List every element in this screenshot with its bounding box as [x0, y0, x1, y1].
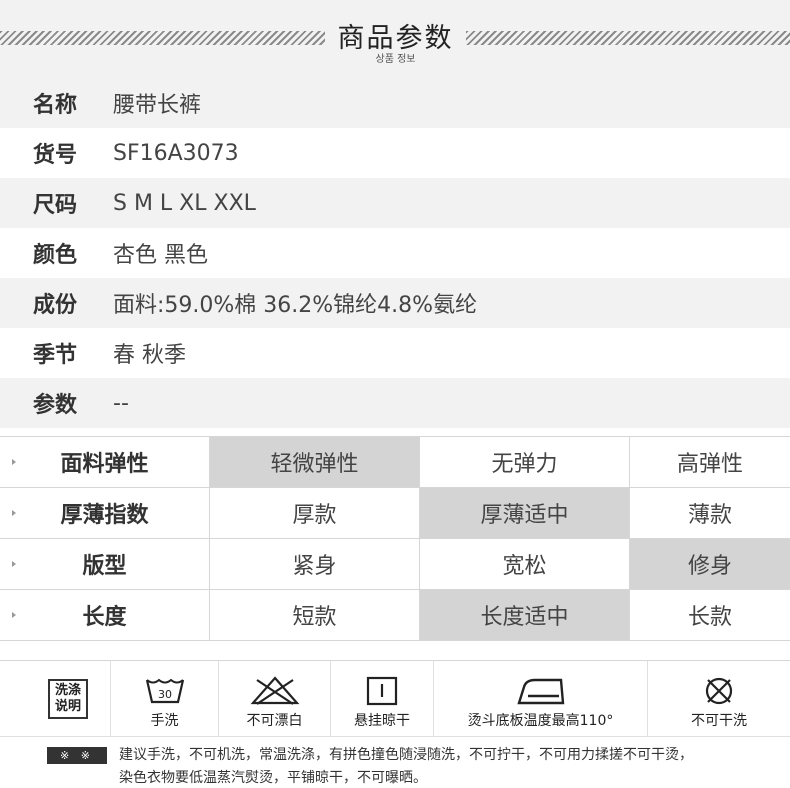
care-note-line: 染色衣物要低温蒸汽熨烫，平铺晾干，不可曝晒。 [119, 770, 427, 786]
rating-row-thickness: 厚薄指数 厚款 厚薄适中 薄款 [0, 488, 790, 539]
info-row-params: 参数 -- [0, 378, 790, 428]
hand-wash-icon: 30 [145, 678, 184, 704]
rating-row-fit: 版型 紧身 宽松 修身 [0, 539, 790, 590]
care-item-no-bleach: 不可漂白 [219, 661, 331, 736]
info-label: 成份 [33, 293, 78, 318]
info-row-color: 颜色 杏色 黑色 [0, 228, 790, 278]
section-header: 商品参数 상품 정보 [0, 0, 790, 78]
care-item-no-dry-clean: 不可干洗 [648, 661, 790, 736]
triangle-bullet-icon [12, 561, 16, 567]
rating-row-elasticity: 面料弹性 轻微弹性 无弹力 高弹性 [0, 437, 790, 488]
rating-option: 厚款 [210, 488, 420, 538]
rating-option: 薄款 [687, 503, 732, 528]
info-label: 尺码 [33, 193, 78, 218]
care-label: 不可干洗 [691, 713, 747, 729]
care-note-line: 建议手洗，不可机洗，常温洗涤，有拼色撞色随浸随洗，不可拧干，不可用力揉搓不可干烫… [119, 747, 693, 763]
rating-option: 高弹性 [676, 452, 743, 477]
note-marker: ※ ※ [47, 747, 107, 764]
product-info-list: 名称 腰带长裤 货号 SF16A3073 尺码 S M L XL XXL 颜色 … [0, 78, 790, 428]
rating-option: 宽松 [420, 539, 630, 589]
triangle-bullet-icon [12, 459, 16, 465]
header-hatch-left [0, 31, 325, 45]
care-label: 不可漂白 [246, 713, 303, 729]
rating-label: 厚薄指数 [0, 488, 210, 538]
rating-option: 无弹力 [420, 437, 630, 487]
care-notes: ※ ※ 建议手洗，不可机洗，常温洗涤，有拼色撞色随浸随洗，不可拧干，不可用力揉搓… [0, 738, 790, 788]
rating-option: 修身 [630, 539, 790, 589]
rating-label: 面料弹性 [0, 437, 210, 487]
info-value: 腰带长裤 [113, 93, 202, 118]
info-row-material: 成份 面料:59.0%棉 36.2%锦纶4.8%氨纶 [0, 278, 790, 328]
info-label: 参数 [33, 393, 78, 418]
header-hatch-right [466, 31, 790, 45]
care-item-hand-wash: 30 手洗 [111, 661, 219, 736]
rating-option: 长度适中 [420, 590, 630, 640]
rating-row-length: 长度 短款 长度适中 长款 [0, 590, 790, 641]
rating-option: 紧身 [210, 539, 420, 589]
no-dry-clean-icon [705, 677, 733, 705]
rating-option: 短款 [210, 590, 420, 640]
badge-line: 洗涤 [54, 683, 81, 698]
rating-option: 厚薄适中 [420, 488, 630, 538]
info-row-season: 季节 春 秋季 [0, 328, 790, 378]
iron-icon [516, 678, 564, 705]
care-item-hang-dry: 悬挂晾干 [331, 661, 434, 736]
hang-dry-icon [366, 676, 398, 706]
info-row-size: 尺码 S M L XL XXL [0, 178, 790, 228]
info-label: 季节 [33, 343, 78, 368]
attribute-rating-table: 面料弹性 轻微弹性 无弹力 高弹性 厚薄指数 厚款 厚薄适中 薄款 版型 紧身 … [0, 436, 790, 641]
care-label: 悬挂晾干 [354, 713, 410, 729]
care-label: 烫斗底板温度最高110° [467, 713, 614, 729]
care-instructions: 30 手洗 不可漂白 悬挂晾干 烫斗底板温度最高110° 不可干洗 ※ ※ 建议… [0, 660, 790, 788]
wash-instructions-badge: 洗涤 说明 [48, 679, 88, 719]
badge-line: 说明 [54, 699, 81, 714]
info-value: 杏色 黑色 [113, 243, 208, 268]
rating-label: 版型 [0, 539, 210, 589]
triangle-bullet-icon [12, 612, 16, 618]
rating-option: 轻微弹性 [210, 437, 420, 487]
triangle-bullet-icon [12, 510, 16, 516]
section-subtitle: 상품 정보 [375, 54, 416, 65]
info-label: 颜色 [33, 243, 78, 268]
care-item-iron: 烫斗底板温度最高110° [434, 661, 648, 736]
care-label: 手洗 [150, 713, 179, 729]
no-bleach-icon [250, 676, 299, 705]
info-value: 面料:59.0%棉 36.2%锦纶4.8%氨纶 [113, 293, 478, 318]
info-row-name: 名称 腰带长裤 [0, 78, 790, 128]
info-row-sku: 货号 SF16A3073 [0, 128, 790, 178]
info-label: 货号 [33, 143, 78, 168]
care-icon-row: 30 手洗 不可漂白 悬挂晾干 烫斗底板温度最高110° 不可干洗 [0, 661, 790, 737]
svg-text:30: 30 [158, 688, 172, 701]
rating-label: 长度 [0, 590, 210, 640]
info-value: -- [113, 390, 129, 416]
rating-option: 长款 [687, 605, 732, 630]
info-value: 春 秋季 [113, 343, 186, 368]
info-value: SF16A3073 [113, 140, 239, 166]
info-value: S M L XL XXL [113, 190, 256, 216]
info-label: 名称 [33, 93, 78, 118]
